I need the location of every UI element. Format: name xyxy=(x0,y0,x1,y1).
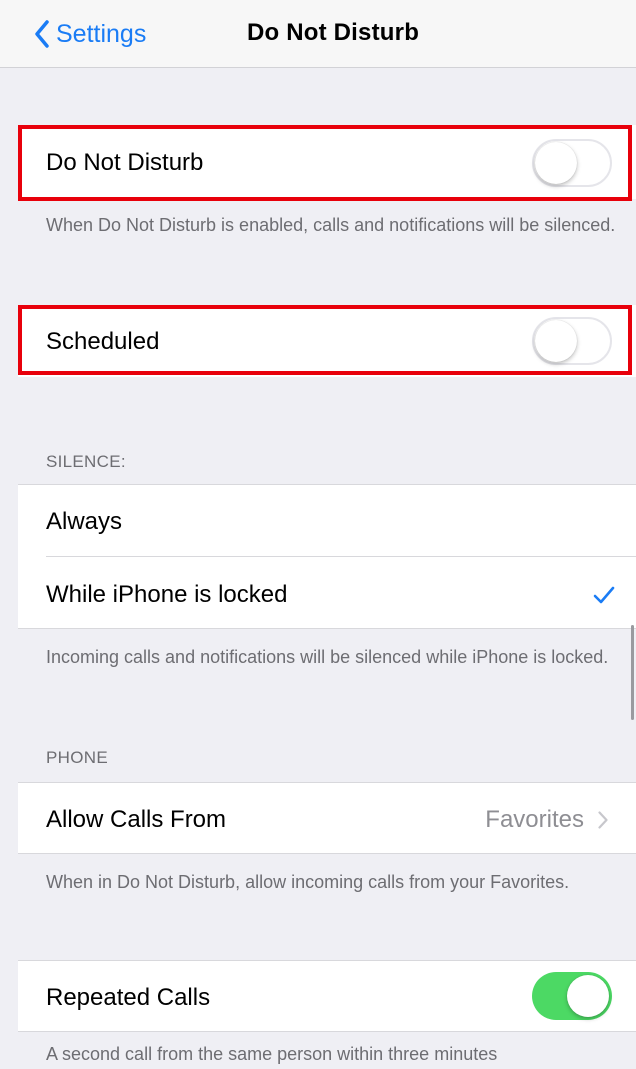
allow-calls-from-value: Favorites xyxy=(485,806,584,833)
silence-group: Always While iPhone is locked xyxy=(18,484,636,629)
repeated-calls-label: Repeated Calls xyxy=(46,984,211,1011)
silence-footer: Incoming calls and notifications will be… xyxy=(46,647,609,667)
silence-option-always[interactable]: Always xyxy=(18,484,636,556)
phone-section-header: PHONE xyxy=(46,748,108,767)
scrollbar[interactable] xyxy=(631,625,634,720)
allow-calls-from-row[interactable]: Allow Calls From Favorites xyxy=(18,782,636,854)
page-title: Do Not Disturb xyxy=(246,19,420,46)
highlight-box-scheduled xyxy=(18,305,632,375)
highlight-box-do-not-disturb xyxy=(18,125,632,201)
navigation-bar: Settings Do Not Disturb xyxy=(0,0,636,68)
repeated-calls-row: Repeated Calls xyxy=(18,960,636,1032)
divider xyxy=(18,960,636,961)
divider xyxy=(18,782,636,783)
silence-option-while-locked[interactable]: While iPhone is locked xyxy=(18,557,636,629)
divider xyxy=(18,628,636,629)
silence-option-label: Always xyxy=(46,508,123,535)
phone-footer: When in Do Not Disturb, allow incoming c… xyxy=(46,872,570,892)
divider xyxy=(18,1031,636,1032)
repeated-calls-footer: A second call from the same person withi… xyxy=(46,1044,498,1064)
allow-calls-from-label: Allow Calls From xyxy=(46,806,227,833)
silence-section-header: SILENCE: xyxy=(46,452,126,471)
silence-option-label: While iPhone is locked xyxy=(46,581,288,608)
chevron-right-icon xyxy=(598,811,608,829)
checkmark-icon xyxy=(593,586,615,604)
repeated-calls-toggle[interactable] xyxy=(532,972,612,1020)
divider xyxy=(18,853,636,854)
toggle-knob xyxy=(567,975,609,1017)
do-not-disturb-footer: When Do Not Disturb is enabled, calls an… xyxy=(46,215,616,235)
